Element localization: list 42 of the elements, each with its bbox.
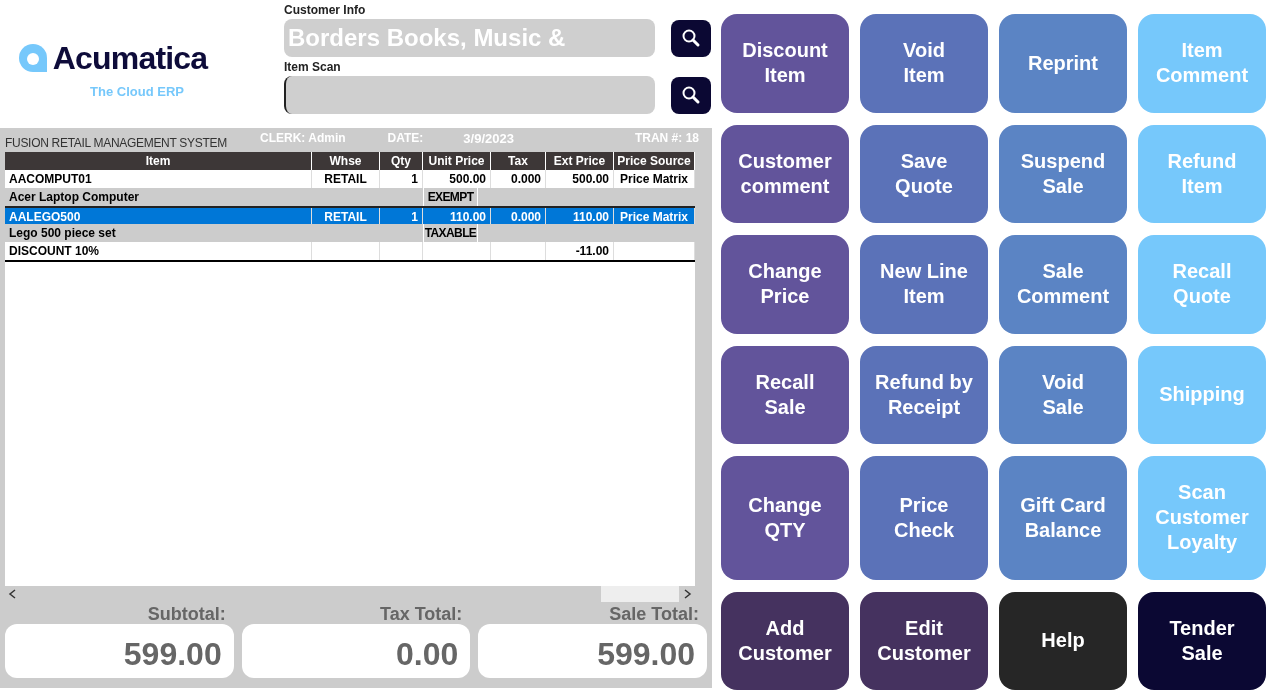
item-scan-field[interactable] bbox=[284, 76, 655, 114]
total-value: 599.00 bbox=[478, 624, 707, 678]
action-button[interactable]: Add Customer bbox=[721, 591, 849, 690]
search-button[interactable] bbox=[671, 19, 711, 57]
logo-icon bbox=[16, 42, 49, 74]
total-value: 599.00 bbox=[5, 624, 234, 678]
action-button[interactable]: Reprint bbox=[999, 14, 1127, 113]
action-button[interactable]: Refund by Receipt bbox=[860, 345, 988, 444]
action-button[interactable]: Customer comment bbox=[721, 124, 849, 223]
action-button[interactable]: Save Quote bbox=[860, 124, 988, 223]
action-button[interactable]: Recall Sale bbox=[721, 345, 849, 444]
action-button[interactable]: Void Sale bbox=[999, 345, 1127, 444]
scrollbar-thumb[interactable] bbox=[601, 586, 679, 602]
action-button[interactable]: Help bbox=[999, 591, 1127, 690]
action-button[interactable]: Discount Item bbox=[721, 14, 849, 113]
action-button[interactable]: Suspend Sale bbox=[999, 124, 1127, 223]
action-button[interactable]: Sale Comment bbox=[999, 235, 1127, 334]
search-icon bbox=[681, 28, 701, 48]
search-button[interactable] bbox=[671, 76, 711, 114]
total-label: Sale Total: bbox=[609, 604, 700, 624]
action-button[interactable]: Tender Sale bbox=[1138, 591, 1266, 690]
item-description: Lego 500 piece set bbox=[8, 225, 117, 242]
action-button[interactable]: New Line Item bbox=[860, 235, 988, 334]
table-row[interactable]: AALEGO500 RETAIL 1 110.00 0.000 110.00 Price Matrix bbox=[5, 206, 695, 224]
field-label: Customer Info bbox=[284, 2, 367, 19]
action-button[interactable]: Price Check bbox=[860, 456, 988, 580]
action-button[interactable]: Change Price bbox=[721, 235, 849, 334]
table-cell: -11.00 bbox=[546, 242, 614, 260]
logo-wordmark: Acumatica bbox=[52, 39, 208, 78]
item-description: Acer Laptop Computer bbox=[8, 189, 140, 206]
total-label: Tax Total: bbox=[380, 604, 464, 624]
action-button[interactable]: Change QTY bbox=[721, 456, 849, 580]
logo-tagline: The Cloud ERP bbox=[89, 83, 184, 101]
total-label: Subtotal: bbox=[147, 604, 227, 624]
system-title: FUSION RETAIL MANAGEMENT SYSTEM bbox=[5, 135, 227, 152]
total-value: 0.00 bbox=[241, 624, 471, 678]
action-button[interactable]: Edit Customer bbox=[860, 591, 988, 690]
field-label: Item Scan bbox=[284, 59, 342, 76]
search-icon bbox=[681, 85, 701, 105]
action-button[interactable]: Gift Card Balance bbox=[999, 456, 1127, 580]
table-cell: DISCOUNT 10% bbox=[5, 242, 312, 260]
action-button[interactable]: Void Item bbox=[860, 14, 988, 113]
